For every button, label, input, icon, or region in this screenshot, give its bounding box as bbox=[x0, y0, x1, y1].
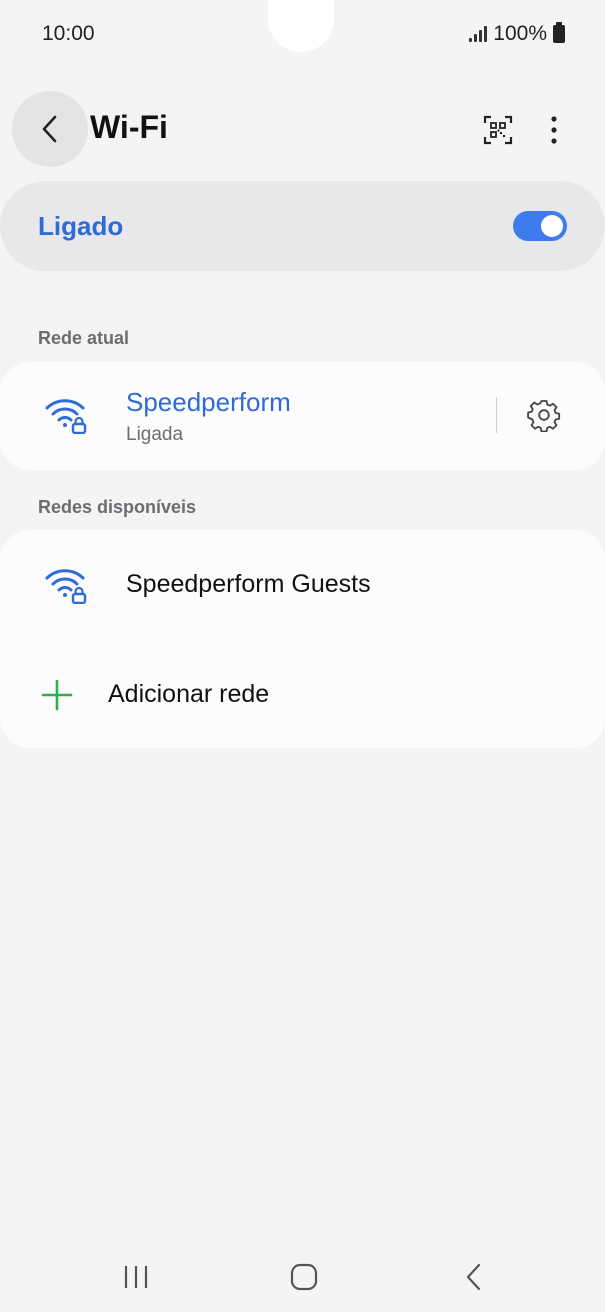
wifi-lock-icon bbox=[45, 399, 87, 434]
plus-icon bbox=[41, 679, 73, 711]
page-title: Wi-Fi bbox=[90, 109, 168, 145]
nav-back-button[interactable] bbox=[444, 1252, 504, 1302]
more-icon bbox=[551, 116, 557, 144]
toggle-knob bbox=[541, 215, 563, 237]
network-name: Speedperform Guests bbox=[126, 570, 371, 598]
battery-icon bbox=[553, 22, 565, 43]
status-time: 10:00 bbox=[42, 22, 95, 45]
app-bar: Wi-Fi bbox=[0, 90, 605, 170]
wifi-toggle[interactable] bbox=[513, 211, 567, 241]
current-network-name: Speedperform bbox=[126, 387, 291, 417]
status-indicators: 100% bbox=[469, 22, 565, 46]
current-network-card[interactable] bbox=[0, 362, 605, 470]
status-bar: 10:00 100% bbox=[0, 0, 605, 70]
add-network-label: Adicionar rede bbox=[108, 680, 270, 708]
qr-scan-button[interactable] bbox=[478, 110, 518, 150]
master-switch-label: Ligado bbox=[38, 211, 124, 241]
wifi-lock-icon bbox=[45, 569, 87, 604]
recent-apps-icon bbox=[124, 1266, 148, 1288]
back-button[interactable] bbox=[12, 91, 88, 167]
more-options-button[interactable] bbox=[534, 110, 574, 150]
recent-apps-button[interactable] bbox=[106, 1252, 166, 1302]
home-button[interactable] bbox=[274, 1252, 334, 1302]
settings-gear-icon bbox=[527, 400, 561, 432]
qr-code-icon bbox=[483, 115, 513, 145]
network-settings-button[interactable] bbox=[524, 395, 564, 435]
divider bbox=[496, 397, 497, 433]
system-navigation-bar bbox=[0, 1240, 605, 1312]
home-icon bbox=[290, 1263, 318, 1291]
nav-back-icon bbox=[466, 1263, 481, 1291]
available-networks-header: Redes disponíveis bbox=[38, 497, 197, 517]
current-network-header: Rede atual bbox=[38, 328, 130, 348]
battery-percent: 100% bbox=[493, 22, 547, 45]
add-network-button[interactable] bbox=[0, 640, 605, 748]
current-network-status: Ligada bbox=[126, 424, 184, 445]
signal-icon bbox=[469, 26, 488, 42]
back-icon bbox=[42, 115, 57, 143]
camera-notch bbox=[268, 0, 334, 52]
